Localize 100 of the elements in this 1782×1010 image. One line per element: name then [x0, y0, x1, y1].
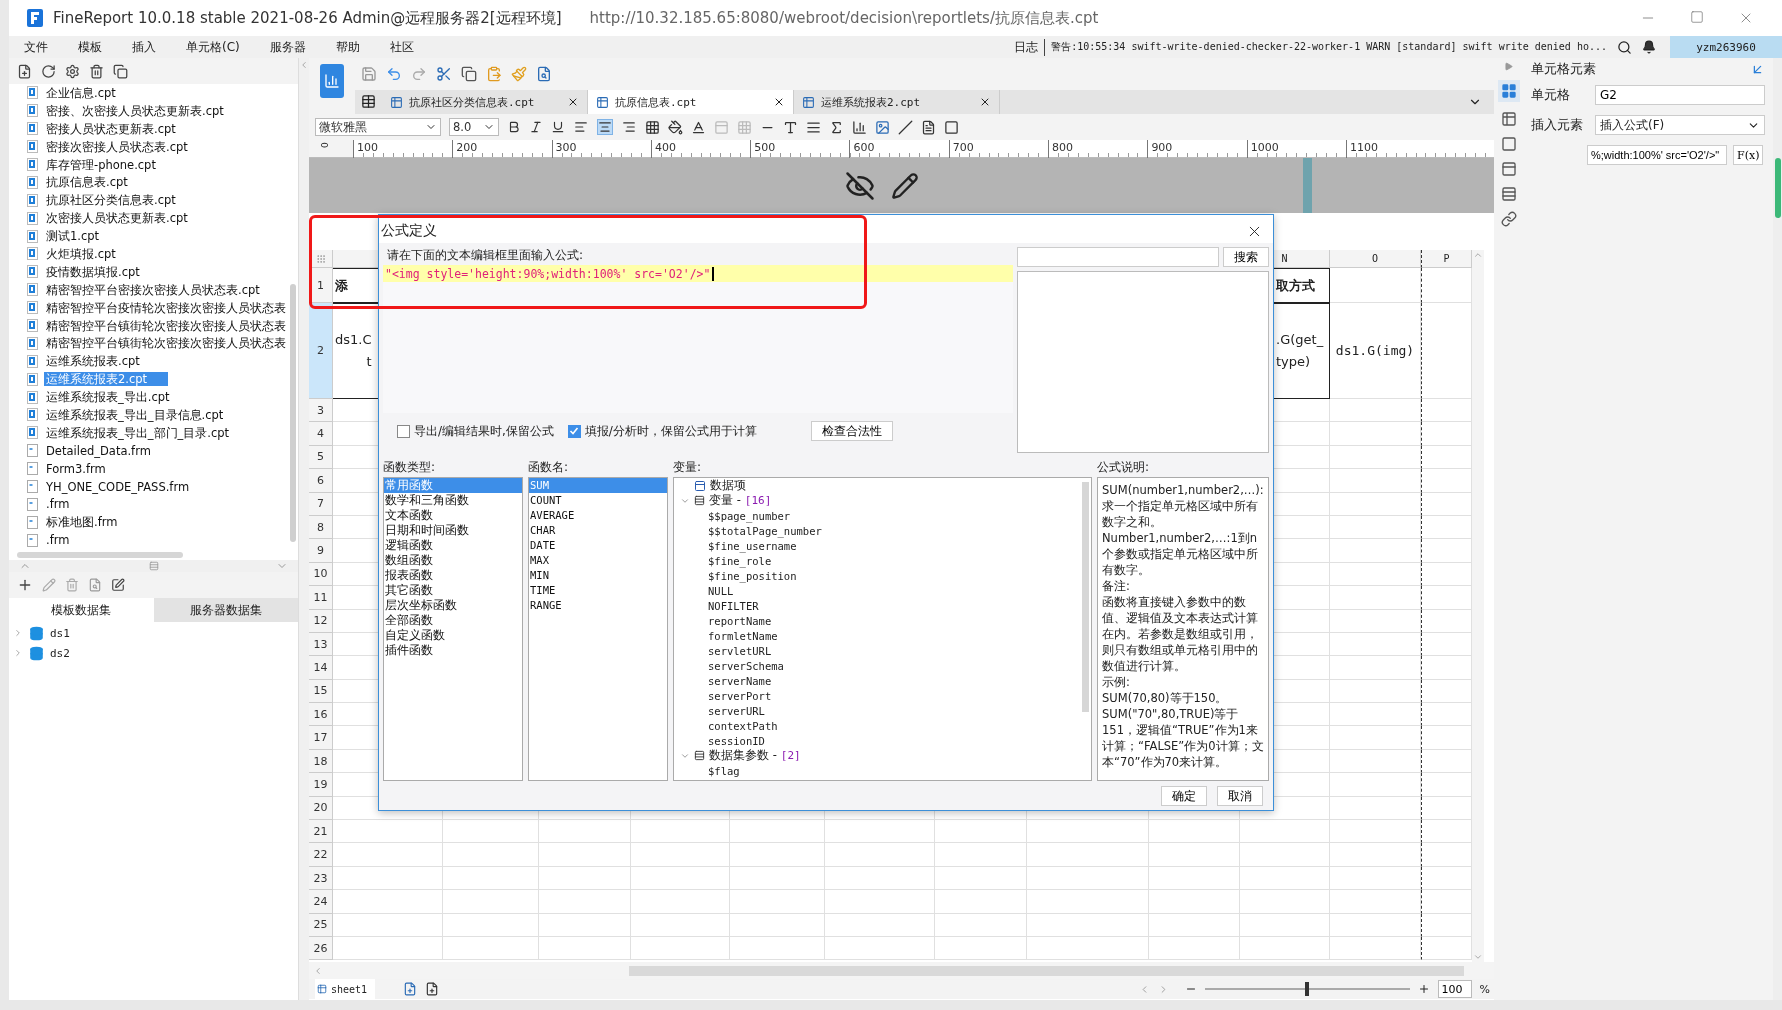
dataset-name[interactable]: ds1 [50, 626, 70, 640]
function-type-item[interactable]: 数学和三角函数 [384, 493, 522, 508]
row-header[interactable]: 23 [309, 866, 333, 891]
row-header[interactable]: 4 [309, 422, 333, 446]
file-tree-item[interactable]: 企业信息.cpt [44, 85, 118, 100]
tree-item[interactable]: reportName [708, 614, 772, 627]
tree-item[interactable]: NULL [708, 584, 734, 597]
file-tree-item[interactable]: .frm [44, 533, 72, 548]
file-tree-item[interactable]: .frm [44, 497, 72, 512]
file-tree-item[interactable]: 密接次密接人员状态表.cpt [44, 139, 190, 154]
file-tree-item[interactable]: 库存管理-phone.cpt [44, 157, 158, 172]
column-header[interactable]: O [1330, 250, 1421, 268]
file-tree-item[interactable]: Form3.frm [44, 461, 108, 476]
row-header[interactable]: 8 [309, 515, 333, 540]
formula-editor[interactable]: "<img style='height:90%;width:100%' src='O2'/>" [383, 265, 1013, 413]
file-tree-item[interactable]: 运维系统报表_导出.cpt [44, 390, 172, 405]
menu-item[interactable]: 单元格(C) [171, 38, 255, 56]
cell-field[interactable]: G2 [1595, 85, 1765, 105]
row-header[interactable]: 21 [309, 820, 333, 844]
font-size-select[interactable]: 8.0 [449, 118, 499, 136]
file-tree-item[interactable]: 精密智控平台镇街轮次密接次密接人员状态表 [44, 318, 288, 333]
row-header[interactable]: 14 [309, 656, 333, 680]
dataset-name[interactable]: ds2 [50, 646, 70, 660]
row-header[interactable]: 3 [309, 399, 333, 423]
sheet-tab[interactable]: sheet1 [315, 979, 376, 999]
tree-item[interactable]: $fine_username [708, 539, 797, 552]
tree-item[interactable]: sessionID [708, 734, 765, 747]
row-header[interactable]: 17 [309, 726, 333, 750]
row-header[interactable]: 25 [309, 913, 333, 937]
zoom-field[interactable]: 100 [1437, 980, 1472, 998]
row-header[interactable]: 13 [309, 632, 333, 657]
formula-field[interactable]: %;width:100%' src='O2'/>" [1587, 145, 1727, 165]
file-tree-item[interactable]: 标准地图.frm [44, 515, 120, 530]
row-header[interactable]: 7 [309, 492, 333, 516]
file-tree-item[interactable]: 运维系统报表_导出_部门_目录.cpt [44, 425, 232, 440]
file-tree-item[interactable]: YH_ONE_CODE_PASS.frm [44, 479, 192, 494]
font-select[interactable]: 微软雅黑 [315, 118, 441, 136]
editor-tab[interactable]: 抗原信息表.cpt [588, 90, 794, 114]
column-header[interactable]: P [1421, 250, 1472, 268]
ok-button[interactable]: 确定 [1161, 786, 1207, 806]
function-type-item[interactable]: 其它函数 [384, 583, 522, 598]
file-tree-item[interactable]: 密接、次密接人员状态更新表.cpt [44, 103, 226, 118]
tree-item[interactable]: serverSchema [708, 659, 784, 672]
menu-item[interactable]: 插入 [117, 38, 171, 56]
tree-item[interactable]: $$page_number [708, 509, 791, 522]
function-type-item[interactable]: 层次坐标函数 [384, 598, 522, 613]
file-tree-item[interactable]: 抗原社区分类信息表.cpt [44, 193, 178, 208]
panel-tab[interactable]: 服务器数据集 [153, 598, 298, 622]
function-name-item[interactable]: TIME [529, 583, 667, 598]
function-name-item[interactable]: MIN [529, 568, 667, 583]
search-button[interactable]: 搜索 [1223, 247, 1269, 267]
file-tree-item[interactable]: 火炬填报.cpt [44, 246, 118, 261]
row-header[interactable]: 18 [309, 749, 333, 774]
user-name[interactable]: yzm263960 [1670, 36, 1782, 58]
tree-item[interactable]: serverName [708, 674, 772, 687]
file-tree-item[interactable]: 运维系统报表_导出_目录信息.cpt [44, 407, 226, 422]
tree-item[interactable]: serverPort [708, 689, 772, 702]
file-tree-item[interactable]: 次密接人员状态更新表.cpt [44, 211, 190, 226]
cancel-button[interactable]: 取消 [1217, 786, 1263, 806]
function-type-item[interactable]: 全部函数 [384, 613, 522, 628]
row-header[interactable]: 10 [309, 562, 333, 587]
formula-button[interactable]: F(x) [1733, 145, 1764, 165]
file-tree-item[interactable]: 疫情数据填报.cpt [44, 264, 142, 279]
row-header[interactable]: 20 [309, 796, 333, 821]
function-type-item[interactable]: 数组函数 [384, 553, 522, 568]
row-header[interactable]: 22 [309, 843, 333, 867]
row-header[interactable]: 24 [309, 890, 333, 914]
tree-item[interactable]: $flag [708, 764, 740, 777]
row-header[interactable]: 9 [309, 539, 333, 563]
file-tree-item[interactable]: 密接人员状态更新表.cpt [44, 121, 178, 136]
tree-item[interactable]: 数据项 [710, 478, 746, 493]
row-header[interactable]: 2 [309, 303, 333, 399]
row-header[interactable]: 16 [309, 703, 333, 727]
function-type-item[interactable]: 逻辑函数 [384, 538, 522, 553]
tree-item[interactable]: servletURL [708, 644, 772, 657]
function-type-item[interactable]: 自定义函数 [384, 628, 522, 643]
tree-group[interactable]: 数据集参数 - [709, 748, 777, 763]
row-header[interactable]: 26 [309, 937, 333, 961]
grid-cell[interactable]: ds1.G(img) [1330, 303, 1421, 399]
function-name-item[interactable]: MAX [529, 553, 667, 568]
log-link[interactable]: 日志 [1014, 38, 1046, 56]
file-tree-item[interactable]: Detailed_Data.frm [44, 443, 153, 458]
tree-item[interactable]: formletName [708, 629, 778, 642]
function-name-item[interactable]: AVERAGE [529, 508, 667, 523]
row-header[interactable]: 11 [309, 586, 333, 610]
menu-item[interactable]: 社区 [374, 38, 429, 56]
function-type-item[interactable]: 日期和时间函数 [384, 523, 522, 538]
file-tree-item[interactable]: 测试1.cpt [44, 229, 102, 244]
tree-item[interactable]: $$totalPage_number [708, 524, 822, 537]
menu-item[interactable]: 帮助 [320, 38, 375, 56]
row-header[interactable]: 6 [309, 469, 333, 493]
file-tree-item[interactable]: 精密智控平台密接次密接人员状态表.cpt [44, 282, 262, 297]
file-tree-item[interactable]: 精密智控平台镇街轮次密接次密接人员状态表 [44, 336, 288, 351]
validate-button[interactable]: 检查合法性 [810, 421, 893, 441]
menu-item[interactable]: 文件 [9, 38, 63, 56]
tree-item[interactable]: NOFILTER [708, 599, 759, 612]
file-tree-item[interactable]: 精密智控平台疫情轮次密接次密接人员状态表 [44, 300, 288, 315]
menu-item[interactable]: 服务器 [254, 38, 321, 56]
row-header[interactable]: 15 [309, 679, 333, 704]
function-name-item[interactable]: RANGE [529, 598, 667, 613]
